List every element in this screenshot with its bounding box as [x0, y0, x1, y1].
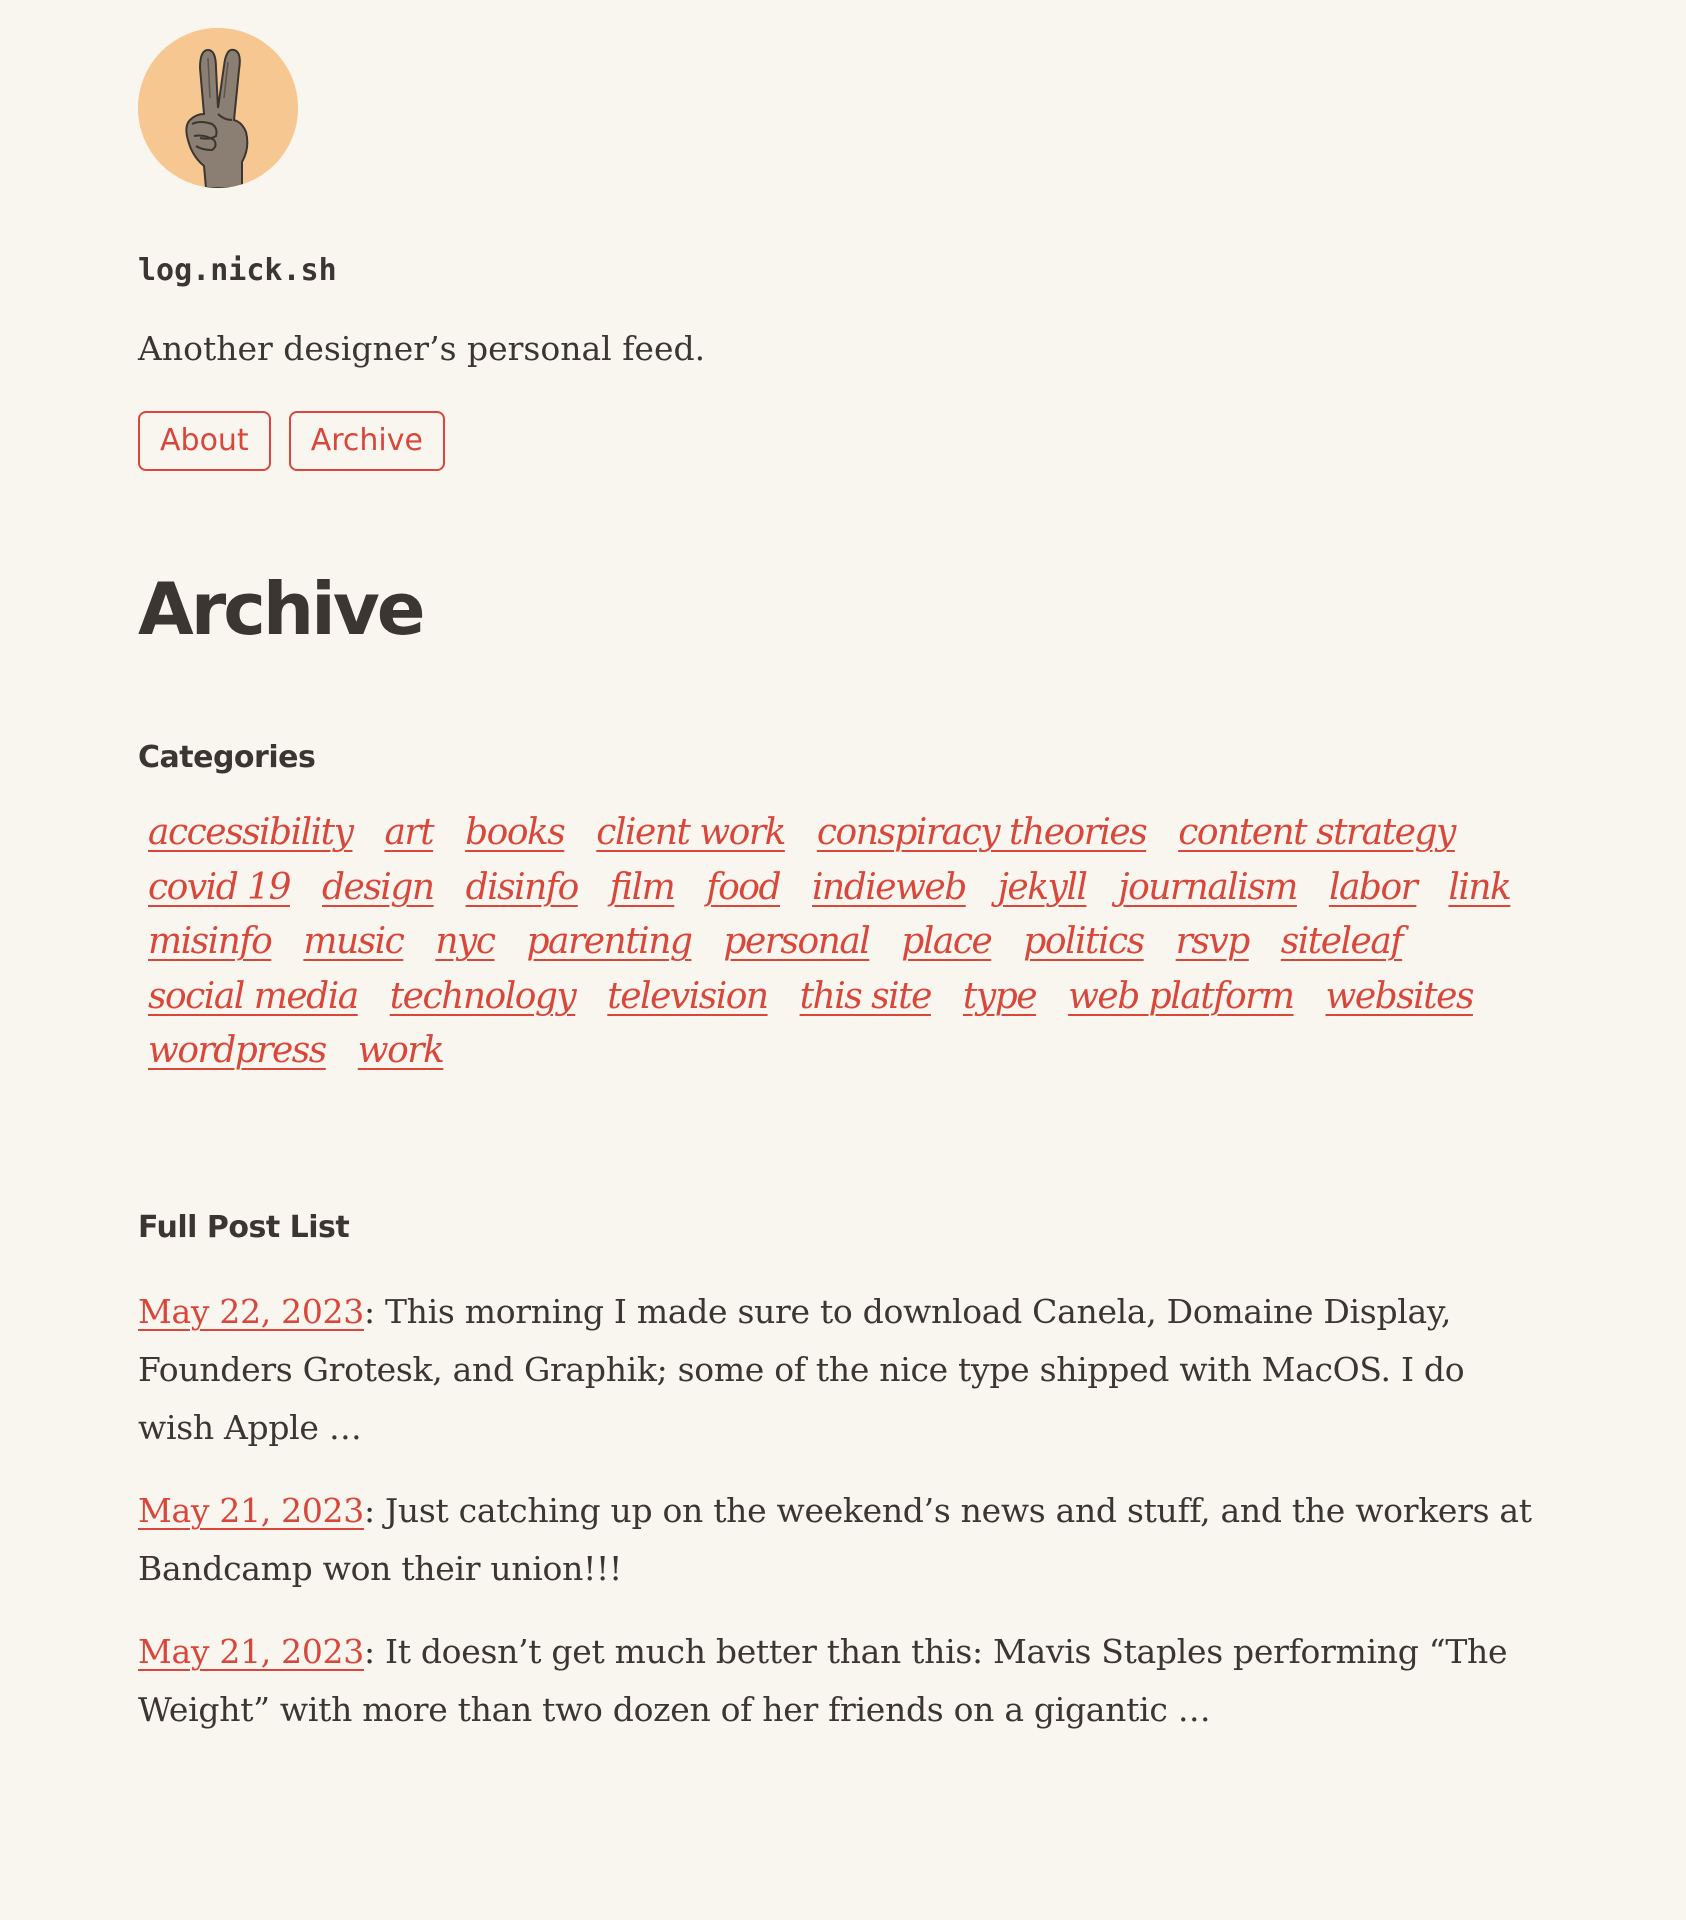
category-link-parenting[interactable]: parenting: [527, 922, 693, 962]
category-link-jekyll[interactable]: jekyll: [998, 867, 1088, 908]
category-list: accessibility art books client work cons…: [138, 813, 1538, 1071]
category-link-siteleaf[interactable]: siteleaf: [1281, 922, 1404, 962]
category-link-art[interactable]: art: [384, 813, 434, 853]
category-link-design[interactable]: design: [322, 867, 435, 908]
category-link-nyc[interactable]: nyc: [435, 922, 496, 962]
post-date-link[interactable]: May 22, 2023: [138, 1292, 364, 1331]
category-link-place[interactable]: place: [901, 922, 993, 962]
category-link-film[interactable]: film: [610, 867, 676, 908]
category-link-wordpress[interactable]: wordpress: [148, 1031, 327, 1071]
category-link-labor[interactable]: labor: [1329, 867, 1418, 908]
category-link-personal[interactable]: personal: [723, 922, 870, 962]
category-link-television[interactable]: television: [607, 977, 769, 1017]
category-link-conspiracy-theories[interactable]: conspiracy theories: [817, 813, 1148, 853]
category-link-type[interactable]: type: [963, 977, 1038, 1017]
page-title: Archive: [138, 567, 426, 651]
main-content: Archive Categories accessibility art boo…: [138, 573, 1538, 1739]
peace-hand-icon: [138, 28, 298, 188]
category-link-food[interactable]: food: [706, 867, 781, 908]
category-link-books[interactable]: books: [465, 813, 566, 853]
category-link-content-strategy[interactable]: content strategy: [1178, 813, 1456, 853]
category-link-misinfo[interactable]: misinfo: [148, 922, 273, 962]
category-link-websites[interactable]: websites: [1326, 977, 1475, 1017]
post-list-item: May 22, 2023: This morning I made sure t…: [138, 1283, 1548, 1457]
category-link-client-work[interactable]: client work: [596, 813, 786, 853]
category-link-link[interactable]: link: [1448, 867, 1512, 908]
category-link-journalism[interactable]: journalism: [1118, 867, 1298, 908]
post-list-item: May 21, 2023: It doesn’t get much better…: [138, 1623, 1548, 1739]
post-separator: :: [363, 1291, 385, 1331]
main-nav: About Archive: [138, 411, 1538, 471]
category-link-covid-19[interactable]: covid 19: [148, 867, 291, 908]
post-separator: :: [363, 1490, 385, 1530]
category-link-this-site[interactable]: this site: [800, 977, 933, 1017]
avatar[interactable]: [138, 28, 298, 188]
full-post-list-heading: Full Post List: [138, 1209, 350, 1245]
site-title[interactable]: log.nick.sh: [138, 256, 1538, 286]
nav-archive-button[interactable]: Archive: [288, 411, 445, 471]
post-list: May 22, 2023: This morning I made sure t…: [138, 1283, 1548, 1739]
category-link-web-platform[interactable]: web platform: [1068, 977, 1295, 1017]
post-date-link[interactable]: May 21, 2023: [138, 1632, 364, 1671]
content-column: log.nick.sh Another designer’s personal …: [138, 28, 1538, 1764]
post-separator: :: [363, 1631, 385, 1671]
category-link-rsvp[interactable]: rsvp: [1176, 922, 1251, 962]
categories-heading: Categories: [138, 740, 316, 775]
nav-about-button[interactable]: About: [138, 411, 271, 471]
category-link-accessibility[interactable]: accessibility: [148, 813, 354, 853]
site-tagline: Another designer’s personal feed.: [138, 329, 706, 368]
category-link-technology[interactable]: technology: [390, 977, 577, 1017]
category-link-work[interactable]: work: [358, 1031, 445, 1071]
page: log.nick.sh Another designer’s personal …: [0, 0, 1686, 1920]
post-date-link[interactable]: May 21, 2023: [138, 1491, 364, 1530]
site-header: log.nick.sh Another designer’s personal …: [138, 28, 1538, 471]
category-link-music[interactable]: music: [303, 922, 404, 962]
post-list-item: May 21, 2023: Just catching up on the we…: [138, 1482, 1548, 1598]
category-link-indieweb[interactable]: indieweb: [812, 867, 967, 908]
category-link-politics[interactable]: politics: [1023, 922, 1145, 962]
category-link-social-media[interactable]: social media: [148, 977, 359, 1017]
category-link-disinfo[interactable]: disinfo: [466, 867, 580, 908]
